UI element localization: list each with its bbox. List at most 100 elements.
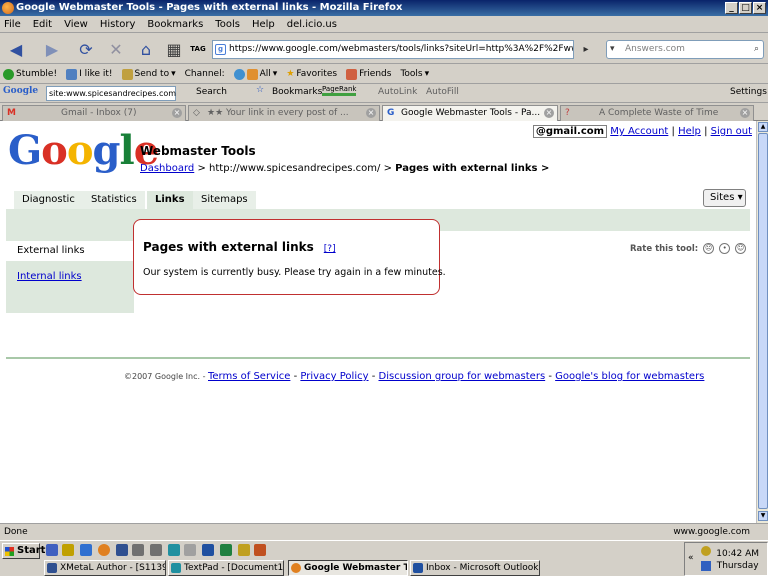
search-engine-icon: ▾ — [610, 44, 615, 54]
tab-close-icon[interactable]: × — [366, 108, 376, 118]
status-left: Done — [4, 527, 28, 537]
quicklaunch-tool-icon[interactable] — [238, 544, 250, 556]
sites-dropdown[interactable]: Sites ▾ — [703, 189, 746, 207]
privacy-link[interactable]: Privacy Policy — [300, 371, 368, 382]
sidebar-item-external-links[interactable]: External links — [6, 241, 134, 261]
star-icon: ★ — [286, 69, 295, 79]
url-bar[interactable]: g https://www.google.com/webmasters/tool… — [212, 40, 574, 59]
quicklaunch-explorer-icon[interactable] — [80, 544, 92, 556]
maximize-button[interactable]: □ — [739, 2, 752, 14]
search-input[interactable]: ▾ Answers.com ⌕ — [606, 40, 764, 59]
google-favicon-icon: G — [387, 108, 395, 118]
sign-out-link[interactable]: Sign out — [711, 126, 752, 137]
tab-your-link[interactable]: ◇ ★★ Your link in every post of ... × — [188, 105, 380, 121]
quicklaunch-doc-icon[interactable] — [184, 544, 196, 556]
quicklaunch-word-icon[interactable] — [202, 544, 214, 556]
reload-icon[interactable]: ⟳ — [74, 37, 98, 61]
send-button[interactable]: Send to ▾ — [121, 68, 176, 80]
menu-help[interactable]: Help — [252, 19, 275, 30]
back-icon[interactable]: ◀ — [4, 37, 28, 61]
tab-gmail[interactable]: M Gmail - Inbox (7) × — [2, 105, 186, 121]
menu-history[interactable]: History — [100, 19, 136, 30]
menu-view[interactable]: View — [64, 19, 88, 30]
favorites-button[interactable]: ★ Favorites — [286, 69, 337, 79]
google-logo[interactable]: Google — [8, 127, 159, 175]
tools-button[interactable]: Tools ▾ — [400, 69, 429, 79]
bookmarks-button[interactable]: Bookmarks — [272, 87, 322, 97]
quicklaunch-desktop-icon[interactable] — [46, 544, 58, 556]
help-link[interactable]: Help — [678, 126, 701, 137]
stumble-button[interactable]: Stumble! — [3, 68, 57, 80]
menu-tools[interactable]: Tools — [215, 19, 240, 30]
task-outlook[interactable]: Inbox - Microsoft Outlook — [410, 560, 540, 576]
blog-link[interactable]: Google's blog for webmasters — [555, 371, 704, 382]
bookmark-grid-icon[interactable]: ▦ — [162, 37, 186, 61]
home-icon[interactable]: ⌂ — [134, 37, 158, 61]
tab-statistics[interactable]: Statistics — [83, 191, 145, 209]
forward-icon[interactable]: ▶ — [40, 37, 64, 61]
quicklaunch-other-icon[interactable] — [254, 544, 266, 556]
status-bar: Done www.google.com — [0, 523, 768, 540]
quicklaunch-excel-icon[interactable] — [220, 544, 232, 556]
bookmark-star-icon[interactable]: ☆ — [256, 85, 264, 95]
close-button[interactable]: × — [753, 2, 766, 14]
box-help-link[interactable]: [?] — [324, 244, 336, 254]
vertical-scrollbar[interactable]: ▲ ▼ — [756, 121, 768, 523]
tab-diagnostic[interactable]: Diagnostic — [14, 191, 83, 209]
autolink-button[interactable]: AutoLink — [378, 87, 417, 97]
scroll-up-icon[interactable]: ▲ — [758, 122, 768, 132]
autofill-button[interactable]: AutoFill — [426, 87, 459, 97]
breadcrumb-dashboard-link[interactable]: Dashboard — [140, 163, 194, 174]
footer: ©2007 Google Inc. - Terms of Service - P… — [124, 371, 705, 382]
my-account-link[interactable]: My Account — [610, 126, 668, 137]
sad-face-icon[interactable]: ☹ — [703, 243, 715, 254]
neutral-face-icon[interactable]: • — [719, 243, 731, 254]
navigation-toolbar: ◀ ▶ ⟳ ✕ ⌂ ▦ TAG g https://www.google.com… — [0, 34, 768, 64]
quicklaunch-ie-icon[interactable] — [62, 544, 74, 556]
minimize-button[interactable]: _ — [725, 2, 738, 14]
task-textpad[interactable]: TextPad - [Document1 *] — [168, 560, 284, 576]
menu-delicious[interactable]: del.icio.us — [287, 19, 337, 30]
menu-file[interactable]: File — [4, 19, 21, 30]
tab-webmaster-tools[interactable]: G Google Webmaster Tools - Pa... × — [382, 105, 558, 122]
breadcrumb: Dashboard > http://www.spicesandrecipes.… — [140, 163, 550, 174]
quicklaunch-xmetal-icon[interactable] — [116, 544, 128, 556]
tray-network-icon[interactable] — [701, 546, 711, 556]
google-search-input[interactable]: site:www.spicesandrecipes.com — [46, 86, 176, 101]
menu-bookmarks[interactable]: Bookmarks — [147, 19, 203, 30]
tab-sitemaps[interactable]: Sitemaps — [193, 191, 256, 209]
tab-close-icon[interactable]: × — [172, 108, 182, 118]
clock[interactable]: 10:42 AM Thursday — [716, 548, 759, 572]
task-firefox[interactable]: Google Webmaster T... — [288, 560, 408, 576]
tray-expand-icon[interactable]: « — [688, 553, 694, 563]
friends-button[interactable]: Friends — [346, 68, 391, 80]
sidebar-item-internal-links[interactable]: Internal links — [17, 271, 82, 282]
discussion-link[interactable]: Discussion group for webmasters — [379, 371, 546, 382]
terms-link[interactable]: Terms of Service — [208, 371, 290, 382]
happy-face-icon[interactable]: ☺ — [735, 243, 747, 254]
magnifier-icon[interactable]: ⌕ — [754, 41, 759, 58]
quicklaunch-app-icon[interactable] — [168, 544, 180, 556]
quicklaunch-firefox-icon[interactable] — [98, 544, 110, 556]
quicklaunch-g2-icon[interactable] — [150, 544, 162, 556]
scroll-thumb[interactable] — [758, 133, 768, 509]
menu-edit[interactable]: Edit — [33, 19, 52, 30]
settings-button[interactable]: Settings — [730, 87, 767, 97]
google-search-button[interactable]: Search — [196, 87, 227, 97]
tab-complete-waste[interactable]: ? A Complete Waste of Time × — [560, 105, 754, 121]
pagerank-indicator: PageRank — [322, 85, 357, 96]
scroll-down-icon[interactable]: ▼ — [758, 511, 768, 521]
task-xmetal[interactable]: XMetaL Author - [S1139... — [44, 560, 166, 576]
start-button[interactable]: Start — [2, 543, 45, 559]
tray-volume-icon[interactable] — [701, 561, 711, 571]
tab-close-icon[interactable]: × — [740, 108, 750, 118]
tab-close-icon[interactable]: × — [544, 108, 554, 118]
stop-icon[interactable]: ✕ — [104, 37, 128, 61]
tag-icon[interactable]: TAG — [186, 37, 210, 61]
like-button[interactable]: I like it! — [66, 68, 113, 80]
quicklaunch-g1-icon[interactable] — [132, 544, 144, 556]
tab-links[interactable]: Links — [147, 191, 193, 209]
all-button[interactable]: All ▾ — [233, 68, 277, 80]
people-icon — [246, 68, 258, 80]
go-icon[interactable]: ▸ — [574, 37, 598, 61]
